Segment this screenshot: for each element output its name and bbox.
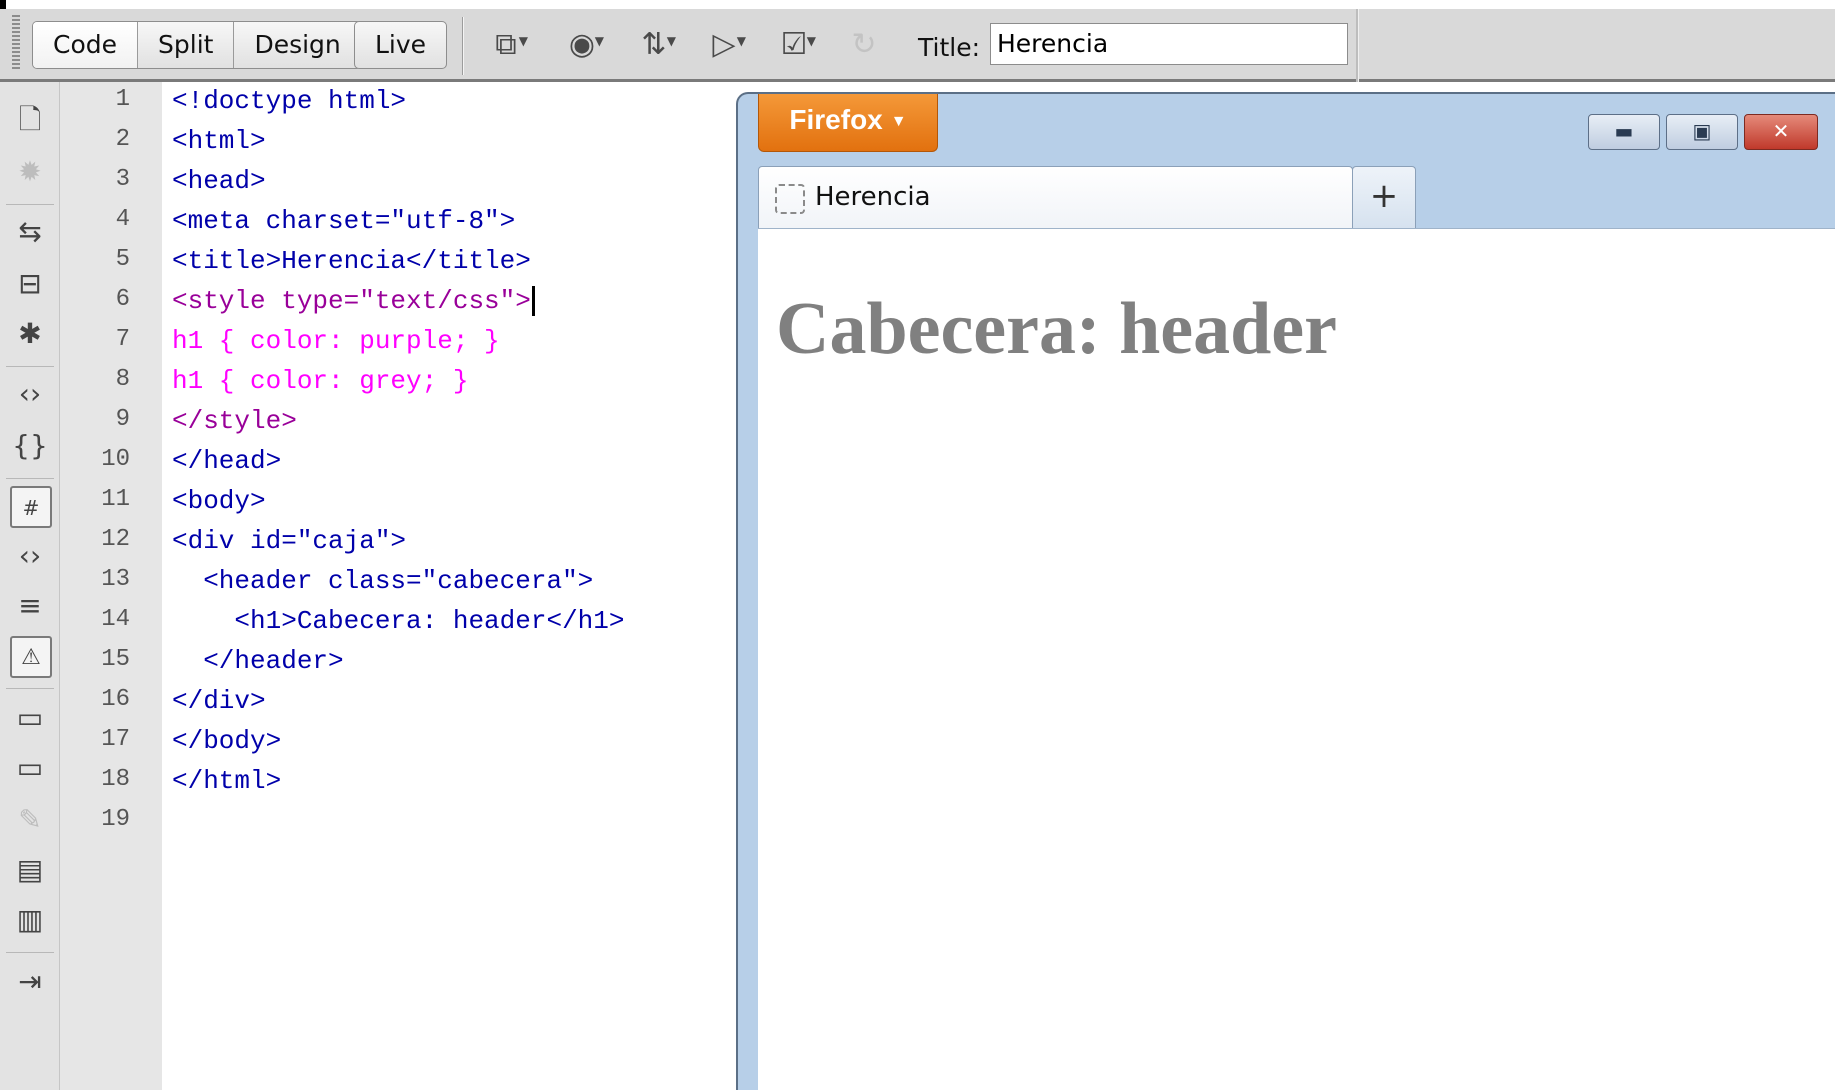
line-number: 10 <box>101 446 130 473</box>
multiscreen-icon[interactable]: ⧉ ▼ <box>484 23 528 67</box>
refresh-icon[interactable]: ↻ <box>842 23 886 67</box>
new-tab-button[interactable]: + <box>1352 166 1416 228</box>
firefox-menu-button[interactable]: Firefox ▼ <box>758 94 938 152</box>
open-documents-icon[interactable]: 🗋 <box>10 100 50 140</box>
show-code-navigator-icon[interactable]: ✹ <box>10 152 50 192</box>
collapse-selection-icon[interactable]: ⊟ <box>10 264 50 304</box>
firefox-menu-label: Firefox <box>789 104 883 135</box>
text-cursor <box>531 286 535 317</box>
line-number: 13 <box>101 566 130 593</box>
live-view-button[interactable]: Live <box>355 22 446 68</box>
sidebar-separator <box>6 366 54 367</box>
line-number: 4 <box>115 206 130 233</box>
code-line[interactable]: </header> <box>172 646 343 676</box>
code-line: <style type="text/css"> <box>172 286 531 316</box>
line-number: 3 <box>115 166 130 193</box>
line-number-gutter: 1 2 3 4 5 6 7 8 9 10 11 12 13 14 15 16 17 18 19 <box>60 82 162 1090</box>
code-line[interactable]: </style> <box>172 406 297 436</box>
minimize-button[interactable]: ▬ <box>1588 114 1660 150</box>
code-line[interactable]: <header class="cabecera"> <box>172 566 593 596</box>
apply-comment-icon[interactable]: ▭ <box>10 698 50 738</box>
document-toolbar: Code Split Design Live ⧉ ▼ ◉ ▼ ⇅ ▼ ▷ ▼ ☑ ▼ ↻ … <box>0 9 1835 82</box>
wrap-tag-icon[interactable]: ✎ <box>10 800 50 840</box>
remove-comment-icon[interactable]: ▭ <box>10 748 50 788</box>
code-line[interactable]: </body> <box>172 726 281 756</box>
validate-icon[interactable]: ☑ ▼ <box>772 23 816 67</box>
code-line[interactable]: <h1>Cabecera: header</h1> <box>172 606 624 636</box>
browser-tab[interactable]: Herencia <box>758 166 1353 228</box>
sidebar-separator <box>6 952 54 953</box>
indent-code-icon[interactable]: ⇥ <box>10 962 50 1002</box>
move-css-icon[interactable]: ▥ <box>10 900 50 940</box>
preview-globe-icon[interactable]: ◉ ▼ <box>560 23 604 67</box>
title-input[interactable]: Herencia <box>990 23 1348 65</box>
line-numbers-icon[interactable]: # <box>10 486 52 528</box>
code-line[interactable]: <!doctype html> <box>172 86 406 116</box>
line-number: 18 <box>101 766 130 793</box>
code-line[interactable]: <body> <box>172 486 266 516</box>
view-button-group: Code Split Design <box>32 21 362 69</box>
sidebar-separator <box>6 478 54 479</box>
code-line[interactable]: </head> <box>172 446 281 476</box>
coding-toolbar: 🗋 ✹ ⇆ ⊟ ✱ ‹› {} # ‹› ≡ ⚠ ▭ ▭ ✎ ▤ ▥ ⇥ <box>0 82 60 1090</box>
split-view-button[interactable]: Split <box>138 22 235 68</box>
toolbar-end-divider <box>1356 9 1359 82</box>
code-line[interactable]: </html> <box>172 766 281 796</box>
code-view-button[interactable]: Code <box>33 22 139 68</box>
syntax-error-alerts-icon[interactable]: ⚠ <box>10 636 52 678</box>
word-wrap-icon[interactable]: ≡ <box>10 586 50 626</box>
line-number: 9 <box>115 406 130 433</box>
line-number: 15 <box>101 646 130 673</box>
dropdown-arrow-icon: ▼ <box>890 112 907 130</box>
code-line-with-cursor[interactable]: <style type="text/css"> <box>172 286 535 317</box>
code-line[interactable]: <head> <box>172 166 266 196</box>
code-line[interactable]: h1 { color: grey; } <box>172 366 468 396</box>
line-number: 12 <box>101 526 130 553</box>
select-parent-tag-icon[interactable]: ‹› <box>10 374 50 414</box>
page-content: Cabecera: header <box>758 228 1835 1090</box>
code-line[interactable]: <div id="caja"> <box>172 526 406 556</box>
code-line[interactable]: <html> <box>172 126 266 156</box>
toolbar-separator <box>462 17 464 75</box>
line-number: 16 <box>101 686 130 713</box>
tab-title: Herencia <box>815 182 931 212</box>
title-label: Title: <box>918 33 980 62</box>
line-number: 17 <box>101 726 130 753</box>
design-view-button[interactable]: Design <box>234 22 360 68</box>
line-number: 19 <box>101 806 130 833</box>
firefox-window: Firefox ▼ ▬ ▣ ✕ Herencia + Cabecera: head… <box>736 92 1835 1090</box>
line-number: 6 <box>115 286 130 313</box>
file-transfer-icon[interactable]: ⇅ ▼ <box>632 23 676 67</box>
page-heading: Cabecera: header <box>776 288 1337 370</box>
highlight-invalid-code-icon[interactable]: ‹› <box>10 536 50 576</box>
favicon-placeholder-icon <box>775 184 805 214</box>
line-number: 5 <box>115 246 130 273</box>
sidebar-separator <box>6 204 54 205</box>
line-number: 11 <box>101 486 130 513</box>
sidebar-separator <box>6 688 54 689</box>
collapse-full-tag-icon[interactable]: ⇆ <box>10 212 50 252</box>
line-number: 8 <box>115 366 130 393</box>
live-button-group: Live <box>354 21 448 69</box>
close-button[interactable]: ✕ <box>1744 114 1818 150</box>
code-editor[interactable]: <!doctype html> <html> <head> <meta char… <box>162 82 738 1090</box>
balance-braces-icon[interactable]: {} <box>10 426 50 466</box>
maximize-button[interactable]: ▣ <box>1666 114 1738 150</box>
line-number: 2 <box>115 126 130 153</box>
toolbar-grip[interactable] <box>12 15 20 69</box>
code-line[interactable]: <meta charset="utf-8"> <box>172 206 515 236</box>
code-line[interactable]: h1 { color: purple; } <box>172 326 500 356</box>
line-number: 1 <box>115 86 130 113</box>
line-number: 14 <box>101 606 130 633</box>
debug-icon[interactable]: ▷ ▼ <box>702 23 746 67</box>
top-border <box>0 0 1835 14</box>
recent-snippets-icon[interactable]: ▤ <box>10 850 50 890</box>
code-line[interactable]: </div> <box>172 686 266 716</box>
expand-all-icon[interactable]: ✱ <box>10 314 50 354</box>
code-line[interactable]: <title>Herencia</title> <box>172 246 531 276</box>
line-number: 7 <box>115 326 130 353</box>
